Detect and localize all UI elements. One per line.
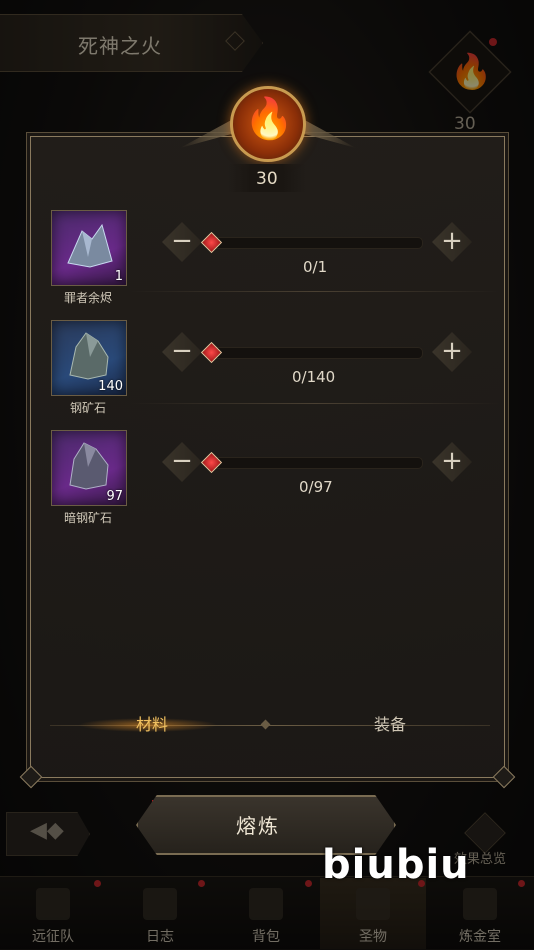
material-thumbnail[interactable]: 1 bbox=[51, 210, 127, 286]
material-thumbnail[interactable]: 97 bbox=[51, 430, 127, 506]
tab-label: 装备 bbox=[373, 715, 406, 734]
owned-quantity: 140 bbox=[98, 379, 123, 394]
material-name: 暗钢矿石 bbox=[63, 511, 112, 525]
quantity-slider[interactable] bbox=[205, 457, 423, 469]
tab-label: 材料 bbox=[135, 715, 168, 734]
material-name: 钢矿石 bbox=[69, 401, 106, 415]
owned-quantity: 1 bbox=[114, 269, 123, 284]
quantity-value: 0/1 bbox=[303, 258, 328, 276]
smelt-button-label: 熔炼 bbox=[236, 814, 280, 838]
flame-total: 30 bbox=[256, 169, 278, 189]
dark-steel-ore-icon bbox=[69, 442, 109, 490]
watermark: biubiu bbox=[322, 842, 470, 888]
quantity-slider[interactable] bbox=[205, 237, 423, 249]
material-thumbnail[interactable]: 140 bbox=[51, 320, 127, 396]
tab-equipment[interactable]: 装备 bbox=[340, 710, 440, 740]
quantity-value: 0/97 bbox=[299, 478, 333, 496]
tab-materials[interactable]: 材料 bbox=[96, 710, 208, 740]
quantity-value: 0/140 bbox=[292, 368, 336, 386]
fire-icon: 🔥 bbox=[244, 96, 294, 142]
material-name: 罪者余烬 bbox=[63, 291, 112, 305]
owned-quantity: 97 bbox=[106, 489, 123, 504]
quantity-slider[interactable] bbox=[205, 347, 423, 359]
row-divider bbox=[130, 291, 500, 292]
row-divider bbox=[130, 403, 500, 404]
ember-ore-icon bbox=[67, 223, 113, 268]
steel-ore-icon bbox=[69, 332, 109, 380]
